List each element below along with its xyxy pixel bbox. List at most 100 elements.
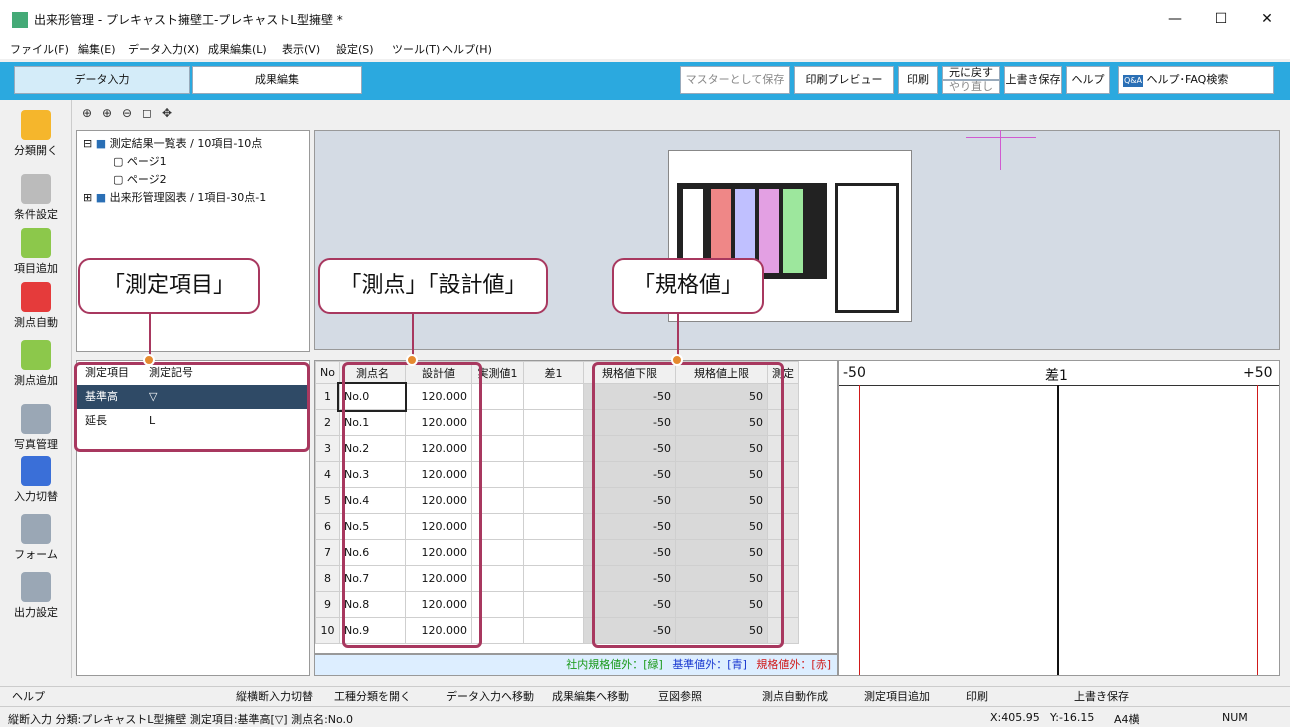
table-cell[interactable] [522, 435, 584, 462]
table-cell[interactable] [522, 565, 584, 592]
wrench-icon [21, 174, 51, 204]
table-cell[interactable] [522, 591, 584, 618]
maximize-button[interactable]: ☐ [1198, 0, 1244, 38]
status-text: 縦断入力 分類:プレキャストL型擁壁 測定項目:基準高[▽] 測点名:No.0 [8, 713, 354, 726]
lower-limit-line [859, 385, 860, 675]
status-num: NUM [1222, 711, 1248, 724]
cursor-crosshair [1000, 130, 1001, 170]
title-bar: 出来形管理 - プレキャスト擁壁工-プレキャストL型擁壁 * — ☐ ✕ [0, 0, 1290, 38]
status-y: Y:-16.15 [1050, 711, 1095, 724]
page-icon: ▢ [113, 173, 124, 186]
tree-node-page1[interactable]: ▢ ページ1 [83, 153, 309, 171]
auto-point-icon [21, 282, 51, 312]
highlight-spec [592, 362, 784, 648]
help-button[interactable]: ヘルプ [1066, 66, 1110, 94]
table-cell[interactable] [522, 487, 584, 514]
sidebar-item-input-switch[interactable]: 入力切替 [0, 450, 72, 514]
table-cell[interactable] [522, 539, 584, 566]
table-cell: 7 [315, 539, 340, 566]
fn-print[interactable]: 印刷 [966, 688, 988, 704]
faq-search-button[interactable]: Q&A ヘルプ･FAQ検索 [1118, 66, 1274, 94]
faq-search-label: ヘルプ･FAQ検索 [1146, 73, 1229, 86]
callout-dot [143, 354, 155, 366]
table-cell: 2 [315, 409, 340, 436]
tab-result-edit[interactable]: 成果編集 [192, 66, 362, 94]
window-title: 出来形管理 - プレキャスト擁壁工-プレキャストL型擁壁 * [34, 13, 343, 27]
print-preview-button[interactable]: 印刷プレビュー [794, 66, 894, 94]
menu-data-input[interactable]: データ入力(X) [128, 41, 199, 57]
fn-overwrite-save[interactable]: 上書き保存 [1074, 688, 1129, 704]
callout-item: 「測定項目」 [78, 258, 260, 314]
menu-settings[interactable]: 設定(S) [336, 41, 374, 57]
table-cell[interactable] [522, 461, 584, 488]
add-item-icon [21, 228, 51, 258]
output-settings-icon [21, 572, 51, 602]
status-paper: A4横 [1114, 713, 1140, 726]
redo-button[interactable]: やり直し [942, 80, 1000, 94]
sidebar-item-open-category[interactable]: 分類開く [0, 104, 72, 168]
table-cell[interactable] [522, 617, 584, 644]
chart-max-label: +50 [1243, 365, 1273, 381]
sidebar-item-auto-point[interactable]: 測点自動 [0, 276, 72, 340]
menu-view[interactable]: 表示(V) [282, 41, 320, 57]
highlight-point [342, 362, 482, 648]
menu-result-edit[interactable]: 成果編集(L) [208, 41, 267, 57]
document-icon: ■ [95, 191, 107, 204]
overwrite-save-button[interactable]: 上書き保存 [1004, 66, 1062, 94]
sidebar-item-output[interactable]: 出力設定 [0, 566, 72, 630]
table-cell[interactable] [522, 513, 584, 540]
table-cell: 10 [315, 617, 340, 644]
camera-icon [21, 404, 51, 434]
fn-go-data-input[interactable]: データ入力へ移動 [446, 688, 534, 704]
menu-file[interactable]: ファイル(F) [10, 41, 69, 57]
table-cell[interactable] [522, 383, 584, 410]
tree-node-page2[interactable]: ▢ ページ2 [83, 171, 309, 189]
table-cell: 6 [315, 513, 340, 540]
chart-min-label: -50 [843, 365, 866, 381]
fn-reference[interactable]: 豆図参照 [658, 688, 702, 704]
close-button[interactable]: ✕ [1244, 0, 1290, 38]
zoom-fit-icon[interactable]: ⊕ [78, 104, 96, 122]
fn-go-result-edit[interactable]: 成果編集へ移動 [552, 688, 629, 704]
menu-tools[interactable]: ツール(T) [392, 41, 440, 57]
status-bar: 縦断入力 分類:プレキャストL型擁壁 測定項目:基準高[▽] 測点名:No.0 … [0, 706, 1290, 727]
tree-node-chart[interactable]: ⊞ ■ 出来形管理図表 / 1項目-30点-1 [83, 189, 309, 207]
sidebar-item-add-point[interactable]: 測点追加 [0, 334, 72, 398]
fn-input-switch[interactable]: 縦横断入力切替 [236, 688, 313, 704]
callout-dot [406, 354, 418, 366]
table-cell: 8 [315, 565, 340, 592]
pan-icon[interactable]: ✥ [158, 104, 176, 122]
sidebar-item-form[interactable]: フォーム [0, 508, 72, 572]
qa-icon: Q&A [1123, 75, 1144, 87]
fn-help[interactable]: ヘルプ [12, 688, 45, 704]
zoom-toolbar: ⊕ ⊕ ⊖ ◻ ✥ [78, 104, 178, 124]
callout-dot [671, 354, 683, 366]
tree-panel: ⊟ ■ 測定結果一覧表 / 10項目-10点 ▢ ページ1 ▢ ページ2 ⊞ ■… [76, 130, 310, 352]
legend-bar: 社内規格値外：[緑] 基準値外：[青] 規格値外：[赤] [314, 654, 838, 676]
table-cell: 3 [315, 435, 340, 462]
save-master-button[interactable]: マスターとして保存 [680, 66, 790, 94]
fn-open-category[interactable]: 工種分類を開く [334, 688, 411, 704]
tab-data-input[interactable]: データ入力 [14, 66, 190, 94]
app-icon [12, 12, 28, 28]
tree-node-result-list[interactable]: ⊟ ■ 測定結果一覧表 / 10項目-10点 [83, 135, 309, 153]
menu-edit[interactable]: 編集(E) [78, 41, 116, 57]
highlight-item [74, 362, 310, 452]
fn-auto-point[interactable]: 測点自動作成 [762, 688, 828, 704]
switch-icon [21, 456, 51, 486]
undo-button[interactable]: 元に戻す [942, 66, 1000, 80]
page-icon: ▢ [113, 155, 124, 168]
table-cell[interactable] [522, 409, 584, 436]
fn-add-item[interactable]: 測定項目追加 [864, 688, 930, 704]
table-cell: 4 [315, 461, 340, 488]
minimize-button[interactable]: — [1152, 0, 1198, 38]
zoom-in-icon[interactable]: ⊕ [98, 104, 116, 122]
table-cell: 9 [315, 591, 340, 618]
zoom-window-icon[interactable]: ◻ [138, 104, 156, 122]
zoom-out-icon[interactable]: ⊖ [118, 104, 136, 122]
deviation-chart: -50 差1 +50 [838, 360, 1280, 676]
center-line [1057, 385, 1059, 675]
folder-icon [21, 110, 51, 140]
menu-help[interactable]: ヘルプ(H) [442, 41, 492, 57]
print-button[interactable]: 印刷 [898, 66, 938, 94]
